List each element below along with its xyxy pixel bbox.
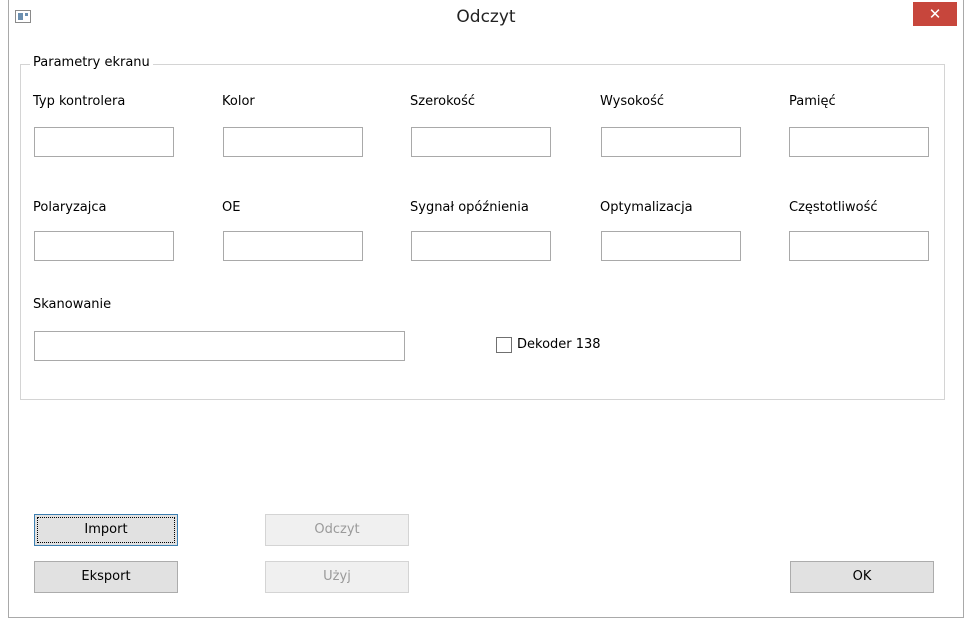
pamiec-input[interactable] [789, 127, 929, 157]
kolor-input[interactable] [223, 127, 363, 157]
wysokosc-input[interactable] [601, 127, 741, 157]
szerokosc-input[interactable] [411, 127, 551, 157]
sygnal-opoznienia-label: Sygnał opóźnienia [410, 200, 529, 215]
ok-button[interactable]: OK [790, 561, 934, 593]
close-icon: ✕ [928, 5, 942, 23]
sygnal-opoznienia-input[interactable] [411, 231, 551, 261]
close-button[interactable]: ✕ [913, 2, 957, 26]
oe-input[interactable] [223, 231, 363, 261]
typ-kontrolera-label: Typ kontrolera [33, 94, 126, 109]
optymalizacja-label: Optymalizacja [600, 200, 693, 215]
odczyt-button[interactable]: Odczyt [265, 514, 409, 546]
szerokosc-label: Szerokość [410, 94, 476, 109]
dekoder-138-checkbox[interactable] [496, 337, 512, 353]
title-bar[interactable]: Odczyt ✕ [9, 0, 963, 34]
skanowanie-label: Skanowanie [33, 297, 112, 312]
czestotliwosc-input[interactable] [789, 231, 929, 261]
optymalizacja-input[interactable] [601, 231, 741, 261]
uzyj-button[interactable]: Użyj [265, 561, 409, 593]
kolor-label: Kolor [222, 94, 255, 109]
import-button[interactable]: Import [34, 514, 178, 546]
dekoder-138-label[interactable]: Dekoder 138 [517, 337, 601, 352]
czestotliwosc-label: Częstotliwość [789, 200, 878, 215]
eksport-button[interactable]: Eksport [34, 561, 178, 593]
polaryzajca-label: Polaryzajca [33, 200, 107, 215]
typ-kontrolera-input[interactable] [34, 127, 174, 157]
pamiec-label: Pamięć [789, 94, 836, 109]
window-title: Odczyt [456, 7, 516, 27]
polaryzajca-input[interactable] [34, 231, 174, 261]
oe-label: OE [222, 200, 241, 215]
wysokosc-label: Wysokość [600, 94, 664, 109]
group-title: Parametry ekranu [30, 55, 153, 70]
skanowanie-input[interactable] [34, 331, 405, 361]
